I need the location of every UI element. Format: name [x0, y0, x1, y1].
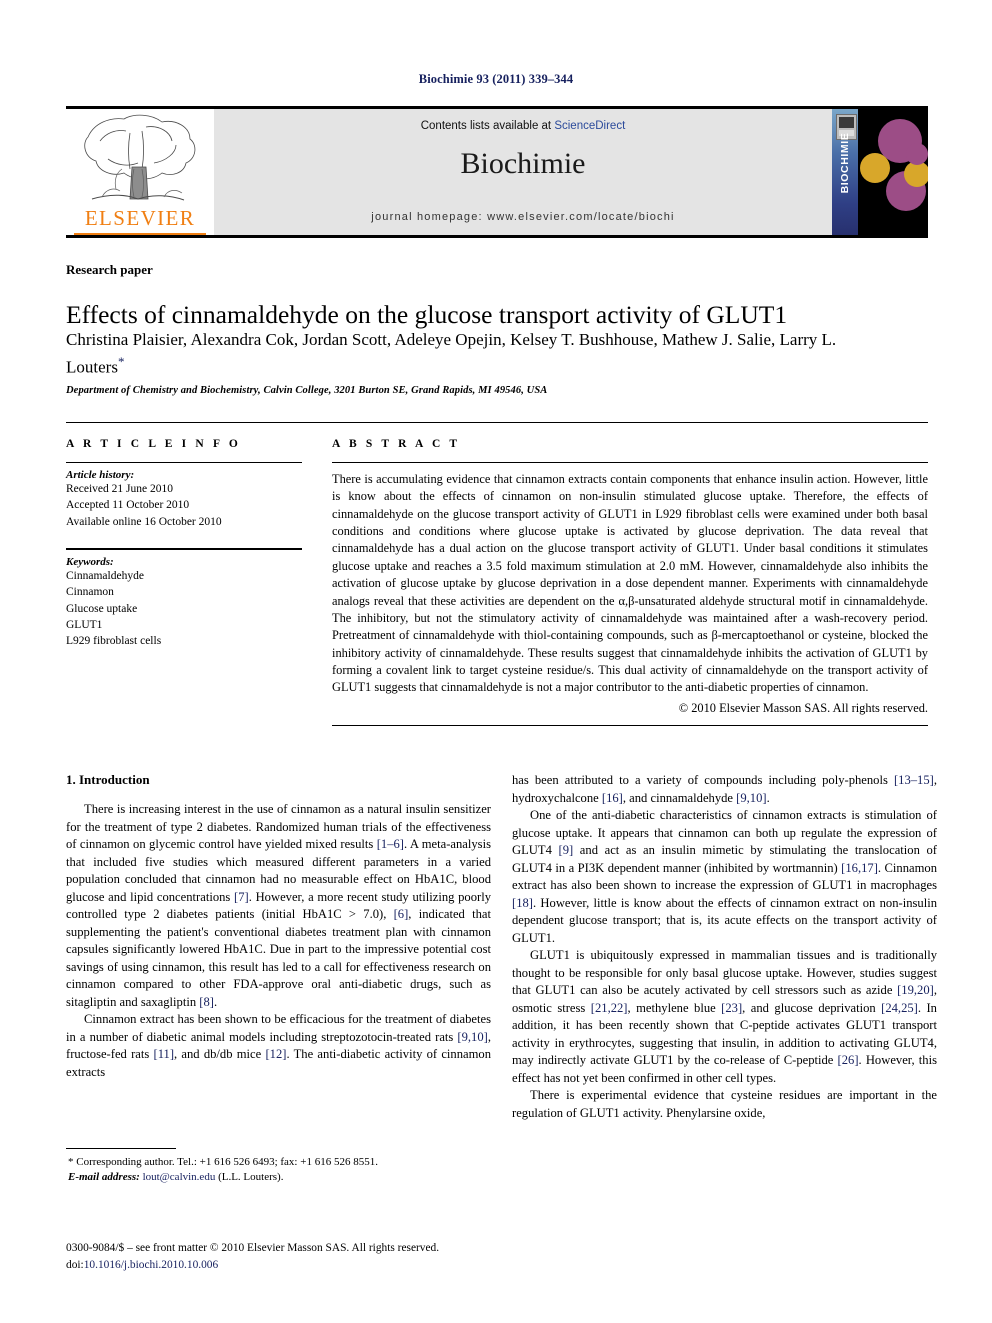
imprint-block: 0300-9084/$ – see front matter © 2010 El… — [66, 1240, 586, 1273]
affiliation: Department of Chemistry and Biochemistry… — [66, 385, 548, 396]
paragraph-text: , indicated that supplementing the patie… — [66, 907, 491, 1009]
citation-reference[interactable]: [8] — [199, 995, 214, 1009]
article-info-column: A R T I C L E I N F O Article history: R… — [66, 438, 302, 650]
citation-reference[interactable]: [9,10] — [457, 1030, 487, 1044]
citation-reference[interactable]: [6] — [394, 907, 409, 921]
citation-reference[interactable]: [12] — [265, 1047, 286, 1061]
section-heading-introduction: 1. Introduction — [66, 772, 150, 787]
elsevier-logo: ELSEVIER — [66, 109, 214, 235]
email-link[interactable]: lout@calvin.edu — [143, 1171, 216, 1183]
citation-reference[interactable]: [21,22] — [591, 1001, 628, 1015]
protein-blob — [860, 153, 890, 183]
journal-homepage-link[interactable]: journal homepage: www.elsevier.com/locat… — [214, 211, 832, 223]
citation-reference[interactable]: [16] — [602, 791, 623, 805]
footnote-block: * Corresponding author. Tel.: +1 616 526… — [66, 1148, 491, 1186]
doi-label: doi: — [66, 1258, 84, 1271]
citation-reference[interactable]: [9,10] — [736, 791, 766, 805]
journal-title: Biochimie — [460, 147, 586, 180]
doi-line: doi:10.1016/j.biochi.2010.10.006 — [66, 1257, 586, 1274]
citation-reference[interactable]: [11] — [154, 1047, 175, 1061]
elsevier-wordmark: ELSEVIER — [84, 206, 196, 230]
front-matter-line: 0300-9084/$ – see front matter © 2010 El… — [66, 1242, 440, 1254]
author-names: Christina Plaisier, Alexandra Cok, Jorda… — [66, 330, 837, 377]
citation-reference[interactable]: [9] — [559, 843, 574, 857]
email-note: E-mail address: lout@calvin.edu (L.L. Lo… — [66, 1170, 491, 1185]
body-paragraph: One of the anti-diabetic characteristics… — [512, 807, 937, 947]
article-history-item: Accepted 11 October 2010 — [66, 499, 190, 512]
paragraph-text: Cinnamon extract has been shown to be ef… — [66, 1012, 491, 1044]
paragraph-text: , and glucose deprivation — [742, 1000, 882, 1015]
corresponding-author-note: * Corresponding author. Tel.: +1 616 526… — [68, 1156, 378, 1168]
keyword-item: GLUT1 — [66, 618, 103, 631]
citation-reference[interactable]: [1–6] — [377, 837, 404, 851]
citation-reference[interactable]: [24,25] — [881, 1001, 918, 1015]
body-paragraphs-right: has been attributed to a variety of comp… — [512, 772, 937, 1122]
abstract-column: A B S T R A C T There is accumulating ev… — [332, 438, 928, 726]
corresponding-author-marker: * — [117, 353, 125, 369]
citation-reference[interactable]: [13–15] — [894, 773, 934, 787]
paragraph-text: has been attributed to a variety of comp… — [512, 773, 894, 787]
keyword-item: L929 fibroblast cells — [66, 635, 162, 648]
citation-reference[interactable]: [23] — [721, 1001, 742, 1015]
divider — [332, 462, 928, 463]
paragraph-text: , methylene blue — [627, 1000, 722, 1015]
body-column-right: has been attributed to a variety of comp… — [512, 772, 937, 1122]
doi-link[interactable]: 10.1016/j.biochi.2010.10.006 — [84, 1259, 218, 1271]
paragraph-text: . However, little is know about the effe… — [512, 895, 937, 945]
running-head: Biochimie 93 (2011) 339–344 — [418, 72, 574, 86]
keywords-label: Keywords: — [66, 555, 114, 568]
contents-prefix: Contents lists available at — [420, 120, 552, 132]
paragraph-text: , and cinnamaldehyde — [622, 790, 737, 805]
email-owner: (L.L. Louters). — [218, 1171, 284, 1184]
article-history-label: Article history: — [66, 469, 135, 481]
journal-masthead: ELSEVIER Contents lists available at Sci… — [66, 106, 928, 238]
keyword-item: Cinnamon — [66, 586, 114, 599]
paragraph-text: GLUT1 is ubiquitously expressed in mamma… — [512, 948, 937, 997]
body-paragraphs-left: There is increasing interest in the use … — [66, 801, 491, 1081]
paragraph-text: There is experimental evidence that cyst… — [512, 1088, 937, 1120]
paper-page: Biochimie 93 (2011) 339–344 ELSEVIER Con… — [0, 0, 992, 1323]
journal-cover-thumbnail[interactable]: BIOCHIMIE — [832, 109, 928, 235]
abstract-text: There is accumulating evidence that cinn… — [332, 472, 928, 695]
journal-banner: Contents lists available at ScienceDirec… — [214, 109, 832, 235]
keyword-item: Cinnamaldehyde — [66, 569, 144, 582]
abstract-bottom-rule — [332, 724, 928, 726]
paragraph-text: , and db/db mice — [174, 1047, 266, 1061]
author-list: Christina Plaisier, Alexandra Cok, Jorda… — [66, 328, 866, 380]
email-label: E-mail address: — [68, 1171, 140, 1184]
sciencedirect-link[interactable]: ScienceDirect — [554, 120, 625, 132]
divider — [66, 547, 302, 550]
citation-reference[interactable]: [19,20] — [897, 983, 934, 997]
citation-reference[interactable]: [16,17] — [841, 861, 878, 875]
masthead-bottom-rule — [66, 235, 928, 238]
article-history-item: Available online 16 October 2010 — [66, 515, 222, 528]
abstract-heading: A B S T R A C T — [332, 438, 461, 450]
page-title: Effects of cinnamaldehyde on the glucose… — [66, 300, 788, 330]
article-type-label: Research paper — [66, 262, 153, 277]
keyword-item: Glucose uptake — [66, 602, 138, 615]
body-paragraph: has been attributed to a variety of comp… — [512, 772, 937, 807]
citation-reference[interactable]: [7] — [234, 890, 249, 904]
article-info-heading: A R T I C L E I N F O — [66, 438, 241, 450]
contents-line: Contents lists available at ScienceDirec… — [214, 120, 832, 132]
body-paragraph: There is experimental evidence that cyst… — [512, 1087, 937, 1122]
elsevier-tree-icon — [84, 114, 196, 201]
paragraph-text: . — [213, 994, 218, 1009]
abstract-copyright: © 2010 Elsevier Masson SAS. All rights r… — [678, 700, 928, 715]
divider — [66, 462, 302, 463]
info-block-top-rule — [66, 422, 928, 423]
body-paragraph: GLUT1 is ubiquitously expressed in mamma… — [512, 947, 937, 1087]
cover-spine-title: BIOCHIMIE — [839, 132, 851, 194]
body-paragraph: Cinnamon extract has been shown to be ef… — [66, 1011, 491, 1081]
protein-blob — [906, 143, 928, 165]
body-column-left: 1. Introduction There is increasing inte… — [66, 772, 491, 1081]
footnote-rule — [66, 1148, 176, 1149]
body-paragraph: There is increasing interest in the use … — [66, 801, 491, 1011]
paragraph-text: . — [766, 790, 770, 805]
citation-reference[interactable]: [18] — [512, 896, 533, 910]
citation-reference[interactable]: [26] — [838, 1053, 859, 1067]
article-history-item: Received 21 June 2010 — [66, 483, 173, 495]
